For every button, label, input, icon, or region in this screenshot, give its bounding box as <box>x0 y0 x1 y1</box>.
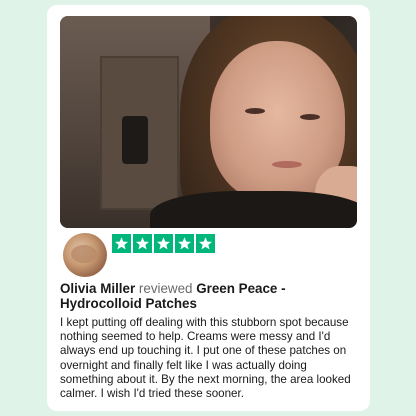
star-icon <box>154 234 173 253</box>
reviewer-name: Olivia Miller <box>60 281 136 296</box>
review-photo <box>60 16 357 228</box>
star-rating <box>112 234 215 253</box>
reviewed-label: reviewed <box>138 281 193 296</box>
star-icon <box>175 234 194 253</box>
photo-mouth <box>272 161 302 168</box>
product-thumbnail <box>63 233 107 277</box>
star-icon <box>196 234 215 253</box>
review-title: Olivia Miller reviewed Green Peace - Hyd… <box>60 281 357 311</box>
review-card: Olivia Miller reviewed Green Peace - Hyd… <box>47 5 370 411</box>
star-icon <box>112 234 131 253</box>
review-meta <box>60 233 357 281</box>
photo-bag <box>122 116 148 164</box>
photo-eye <box>245 108 265 114</box>
photo-eye <box>300 114 320 120</box>
review-text: I kept putting off dealing with this stu… <box>60 316 351 401</box>
star-icon <box>133 234 152 253</box>
photo-shirt <box>150 191 357 228</box>
